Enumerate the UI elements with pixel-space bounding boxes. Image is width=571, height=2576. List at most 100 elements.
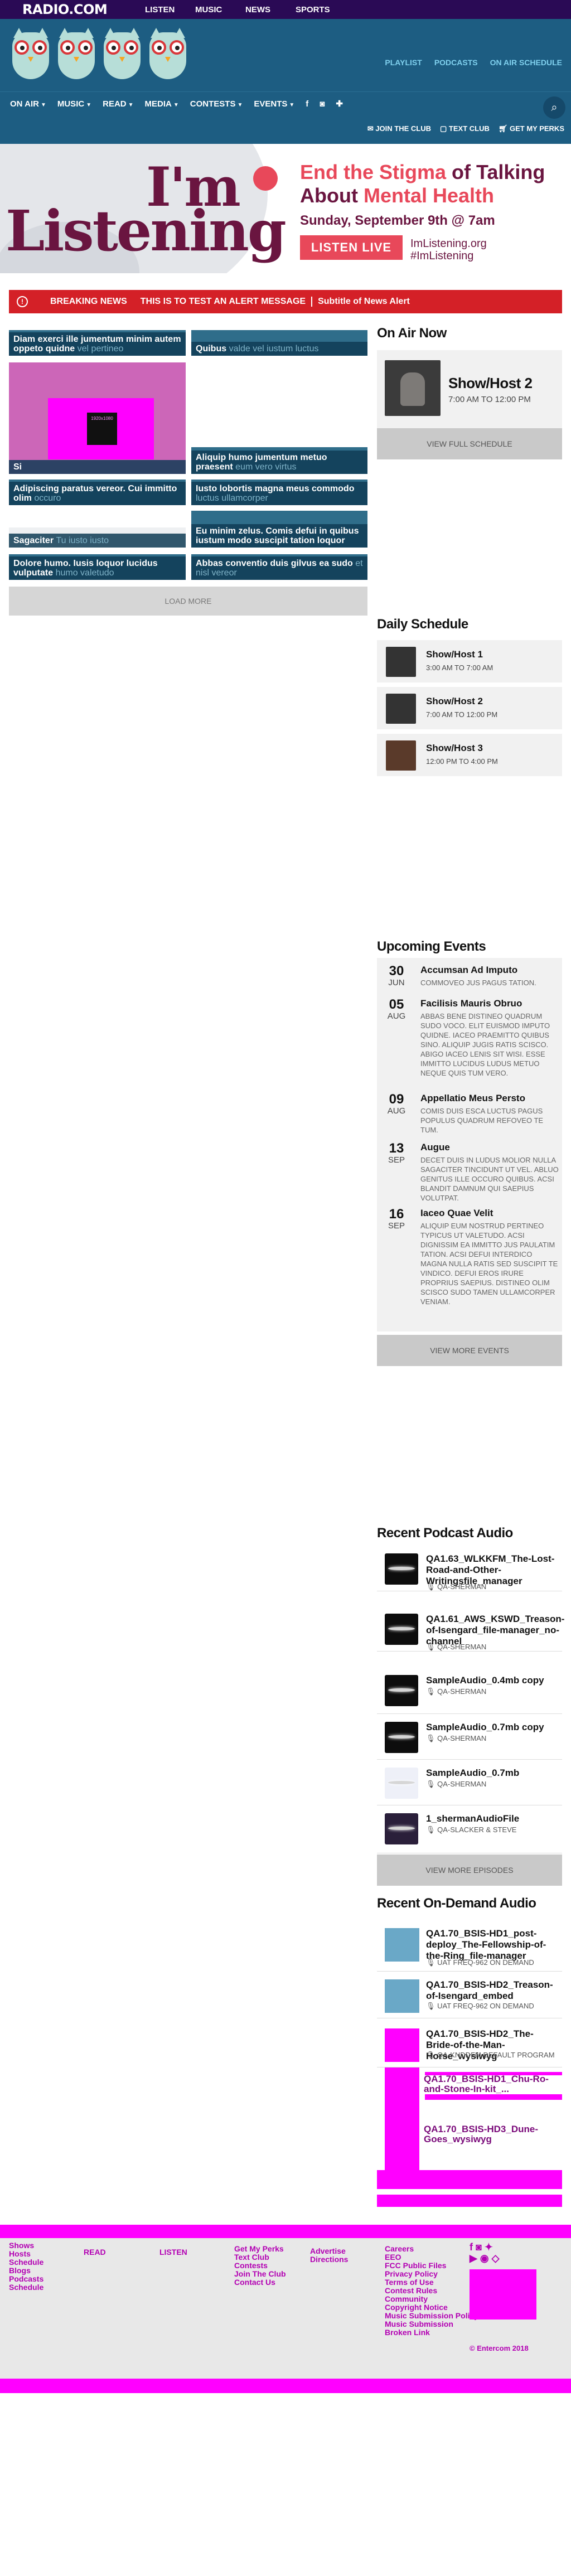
- footer-link[interactable]: Shows: [9, 2241, 43, 2250]
- footer-link[interactable]: Schedule: [9, 2258, 43, 2267]
- article-tile[interactable]: Aliquip humo jumentum metuo praesent eum…: [191, 447, 367, 474]
- nav-on-air[interactable]: ON AIR ▼: [10, 99, 46, 109]
- search-button[interactable]: ⌕: [543, 96, 565, 119]
- article-tile[interactable]: Diam exerci ille jumentum minim autem op…: [9, 330, 186, 356]
- nav-read[interactable]: READ ▼: [103, 99, 133, 109]
- footer-link[interactable]: Advertise: [310, 2247, 348, 2255]
- footer-link[interactable]: Directions: [310, 2255, 348, 2264]
- playlist-link[interactable]: PLAYLIST: [385, 58, 422, 67]
- article-tile[interactable]: Abbas conventio duis gilvus ea sudo et n…: [191, 554, 367, 580]
- snapchat-icon[interactable]: ◇: [492, 2253, 500, 2264]
- article-tile[interactable]: Dolore humo. Iusis loquor lucidus vulput…: [9, 554, 186, 580]
- podcast-item[interactable]: QA1.61_AWS_KSWD_Treason-of-Isengard_file…: [377, 1606, 564, 1652]
- breaking-news-alert[interactable]: ! BREAKING NEWS THIS IS TO TEST AN ALERT…: [9, 290, 562, 313]
- text-club-link[interactable]: ▢ TEXT CLUB: [440, 124, 490, 133]
- schedule-item[interactable]: Show/Host 1 3:00 AM TO 7:00 AM: [377, 640, 562, 682]
- get-my-perks-link[interactable]: 🛒︎ GET MY PERKS: [499, 124, 564, 133]
- footer-link[interactable]: Podcasts: [9, 2275, 43, 2283]
- broken-image-block: [385, 2067, 419, 2185]
- station-logo[interactable]: [11, 25, 187, 80]
- podcasts-link[interactable]: PODCASTS: [434, 58, 478, 67]
- footer-link[interactable]: Contests: [234, 2262, 286, 2270]
- footer-link[interactable]: Contest Rules: [385, 2287, 478, 2295]
- footer-link[interactable]: Music Submission Policy: [385, 2312, 478, 2320]
- topnav-listen[interactable]: LISTEN: [145, 5, 195, 14]
- footer-link[interactable]: Community: [385, 2295, 478, 2303]
- podcast-item[interactable]: 1_shermanAudioFile 🎙︎ QA-SLACKER & STEVE: [377, 1805, 562, 1853]
- article-tile[interactable]: Eu minim zelus. Comis defui in quibus iu…: [191, 511, 367, 548]
- footer-link[interactable]: EEO: [385, 2253, 478, 2262]
- footer-link[interactable]: Copyright Notice: [385, 2303, 478, 2312]
- view-more-episodes-button[interactable]: VIEW MORE EPISODES: [377, 1854, 562, 1886]
- article-tile[interactable]: Iusto lobortis magna meus commodo luctus…: [191, 480, 367, 505]
- footer-link[interactable]: Schedule: [9, 2283, 43, 2292]
- schedule-item[interactable]: Show/Host 2 7:00 AM TO 12:00 PM: [377, 687, 562, 729]
- on-air-show: Show/Host 2: [448, 375, 533, 391]
- nav-music[interactable]: MUSIC ▼: [57, 99, 91, 109]
- facebook-icon[interactable]: f: [470, 2241, 476, 2253]
- event-day: 30: [389, 963, 404, 979]
- ondemand-item[interactable]: QA1.70_BSIS-HD2_Treason-of-Isengard_embe…: [377, 1972, 562, 2018]
- topnav-sports[interactable]: SPORTS: [296, 5, 346, 14]
- event-month: SEP: [388, 1155, 405, 1165]
- footer-link[interactable]: Blogs: [9, 2267, 43, 2275]
- overlap-item-name[interactable]: QA1.70_BSIS-HD3_Dune-Goes_wysiwyg: [424, 2124, 558, 2144]
- podcast-item[interactable]: QA1.63_WLKKFM_The-Lost-Road-and-Other-Wr…: [377, 1546, 562, 1591]
- footer-col-listen: LISTEN: [159, 2248, 187, 2257]
- instagram-icon[interactable]: ◙: [476, 2241, 485, 2253]
- footer-top-bar: [0, 2225, 571, 2238]
- on-air-schedule-link[interactable]: ON AIR SCHEDULE: [490, 58, 562, 67]
- topnav-music[interactable]: MUSIC: [195, 5, 245, 14]
- article-tile[interactable]: Quibus valde vel iustum luctus: [191, 330, 367, 356]
- view-full-schedule-button[interactable]: VIEW FULL SCHEDULE: [377, 428, 562, 459]
- schedule-item[interactable]: Show/Host 3 12:00 PM TO 4:00 PM: [377, 734, 562, 776]
- podcast-item[interactable]: SampleAudio_0.7mb copy 🎙︎ QA-SHERMAN: [377, 1714, 562, 1760]
- youtube-icon[interactable]: ▶: [470, 2253, 480, 2264]
- on-air-card[interactable]: Show/Host 2 7:00 AM TO 12:00 PM: [377, 350, 562, 428]
- instagram-icon[interactable]: ◙: [320, 99, 325, 109]
- broken-button[interactable]: [377, 2170, 562, 2189]
- article-tile[interactable]: Sagaciter Tu iusto iusto: [9, 527, 186, 548]
- article-tile[interactable]: Adipiscing paratus vereor. Cui immitto o…: [9, 480, 186, 505]
- footer-link[interactable]: LISTEN: [159, 2248, 187, 2257]
- footer-link[interactable]: Text Club: [234, 2253, 286, 2262]
- event-date: 05 AUG: [380, 998, 413, 1021]
- nav-media[interactable]: MEDIA ▼: [145, 99, 179, 109]
- ondemand-item[interactable]: QA1.70_BSIS-HD2_The-Bride-of-the-Man-Hor…: [377, 2021, 562, 2067]
- site-logo[interactable]: RADIO.COM: [22, 2, 145, 17]
- pinterest-icon[interactable]: ◉: [480, 2253, 492, 2264]
- facebook-icon[interactable]: f: [306, 99, 308, 109]
- article-tile[interactable]: 1920x1080 Si: [9, 362, 186, 474]
- footer-link[interactable]: Careers: [385, 2245, 478, 2253]
- tile-caption: Dolore humo. Iusis loquor lucidus vulput…: [9, 556, 186, 580]
- ondemand-name: QA1.70_BSIS-HD2_Treason-of-Isengard_embe…: [426, 1979, 553, 2001]
- tile-caption: Diam exerci ille jumentum minim autem op…: [9, 332, 186, 356]
- footer-link[interactable]: Contact Us: [234, 2278, 286, 2287]
- load-more-button[interactable]: LOAD MORE: [9, 587, 367, 616]
- footer-link[interactable]: READ: [84, 2248, 106, 2257]
- podcast-item[interactable]: SampleAudio_0.4mb copy 🎙︎ QA-SHERMAN: [377, 1667, 562, 1714]
- microphone-icon: 🎙︎: [426, 2051, 438, 2059]
- footer-link[interactable]: Broken Link: [385, 2328, 478, 2337]
- footer-link[interactable]: Join The Club: [234, 2270, 286, 2278]
- footer-link[interactable]: Terms of Use: [385, 2278, 478, 2287]
- author-text: QA-SHERMAN: [437, 1687, 487, 1696]
- plus-icon[interactable]: ✚: [336, 99, 343, 109]
- podcast-item[interactable]: SampleAudio_0.7mb 🎙︎ QA-SHERMAN: [377, 1760, 562, 1805]
- overlap-item-name[interactable]: QA1.70_BSIS-HD1_Chu-Ro-and-Stone-In-kit_…: [424, 2074, 558, 2094]
- join-the-club-link[interactable]: ✉ JOIN THE CLUB: [367, 124, 431, 133]
- view-more-events-button[interactable]: VIEW MORE EVENTS: [377, 1335, 562, 1366]
- footer-link[interactable]: Get My Perks: [234, 2245, 286, 2253]
- footer-link[interactable]: Privacy Policy: [385, 2270, 478, 2278]
- listen-live-button[interactable]: LISTEN LIVE: [300, 235, 403, 260]
- footer-link[interactable]: Hosts: [9, 2250, 43, 2258]
- footer-link[interactable]: FCC Public Files: [385, 2262, 478, 2270]
- chevron-down-icon: ▼: [86, 101, 92, 108]
- nav-contests[interactable]: CONTESTS ▼: [190, 99, 243, 109]
- nav-events[interactable]: EVENTS ▼: [254, 99, 294, 109]
- footer-link[interactable]: Music Submission: [385, 2320, 478, 2328]
- twitter-icon[interactable]: ✦: [485, 2241, 493, 2253]
- ondemand-item[interactable]: QA1.70_BSIS-HD1_post-deploy_The-Fellowsh…: [377, 1920, 562, 1972]
- im-listening-banner[interactable]: I'm Listening ® End the Stigma of Talkin…: [0, 144, 571, 273]
- topnav-news[interactable]: NEWS: [245, 5, 296, 14]
